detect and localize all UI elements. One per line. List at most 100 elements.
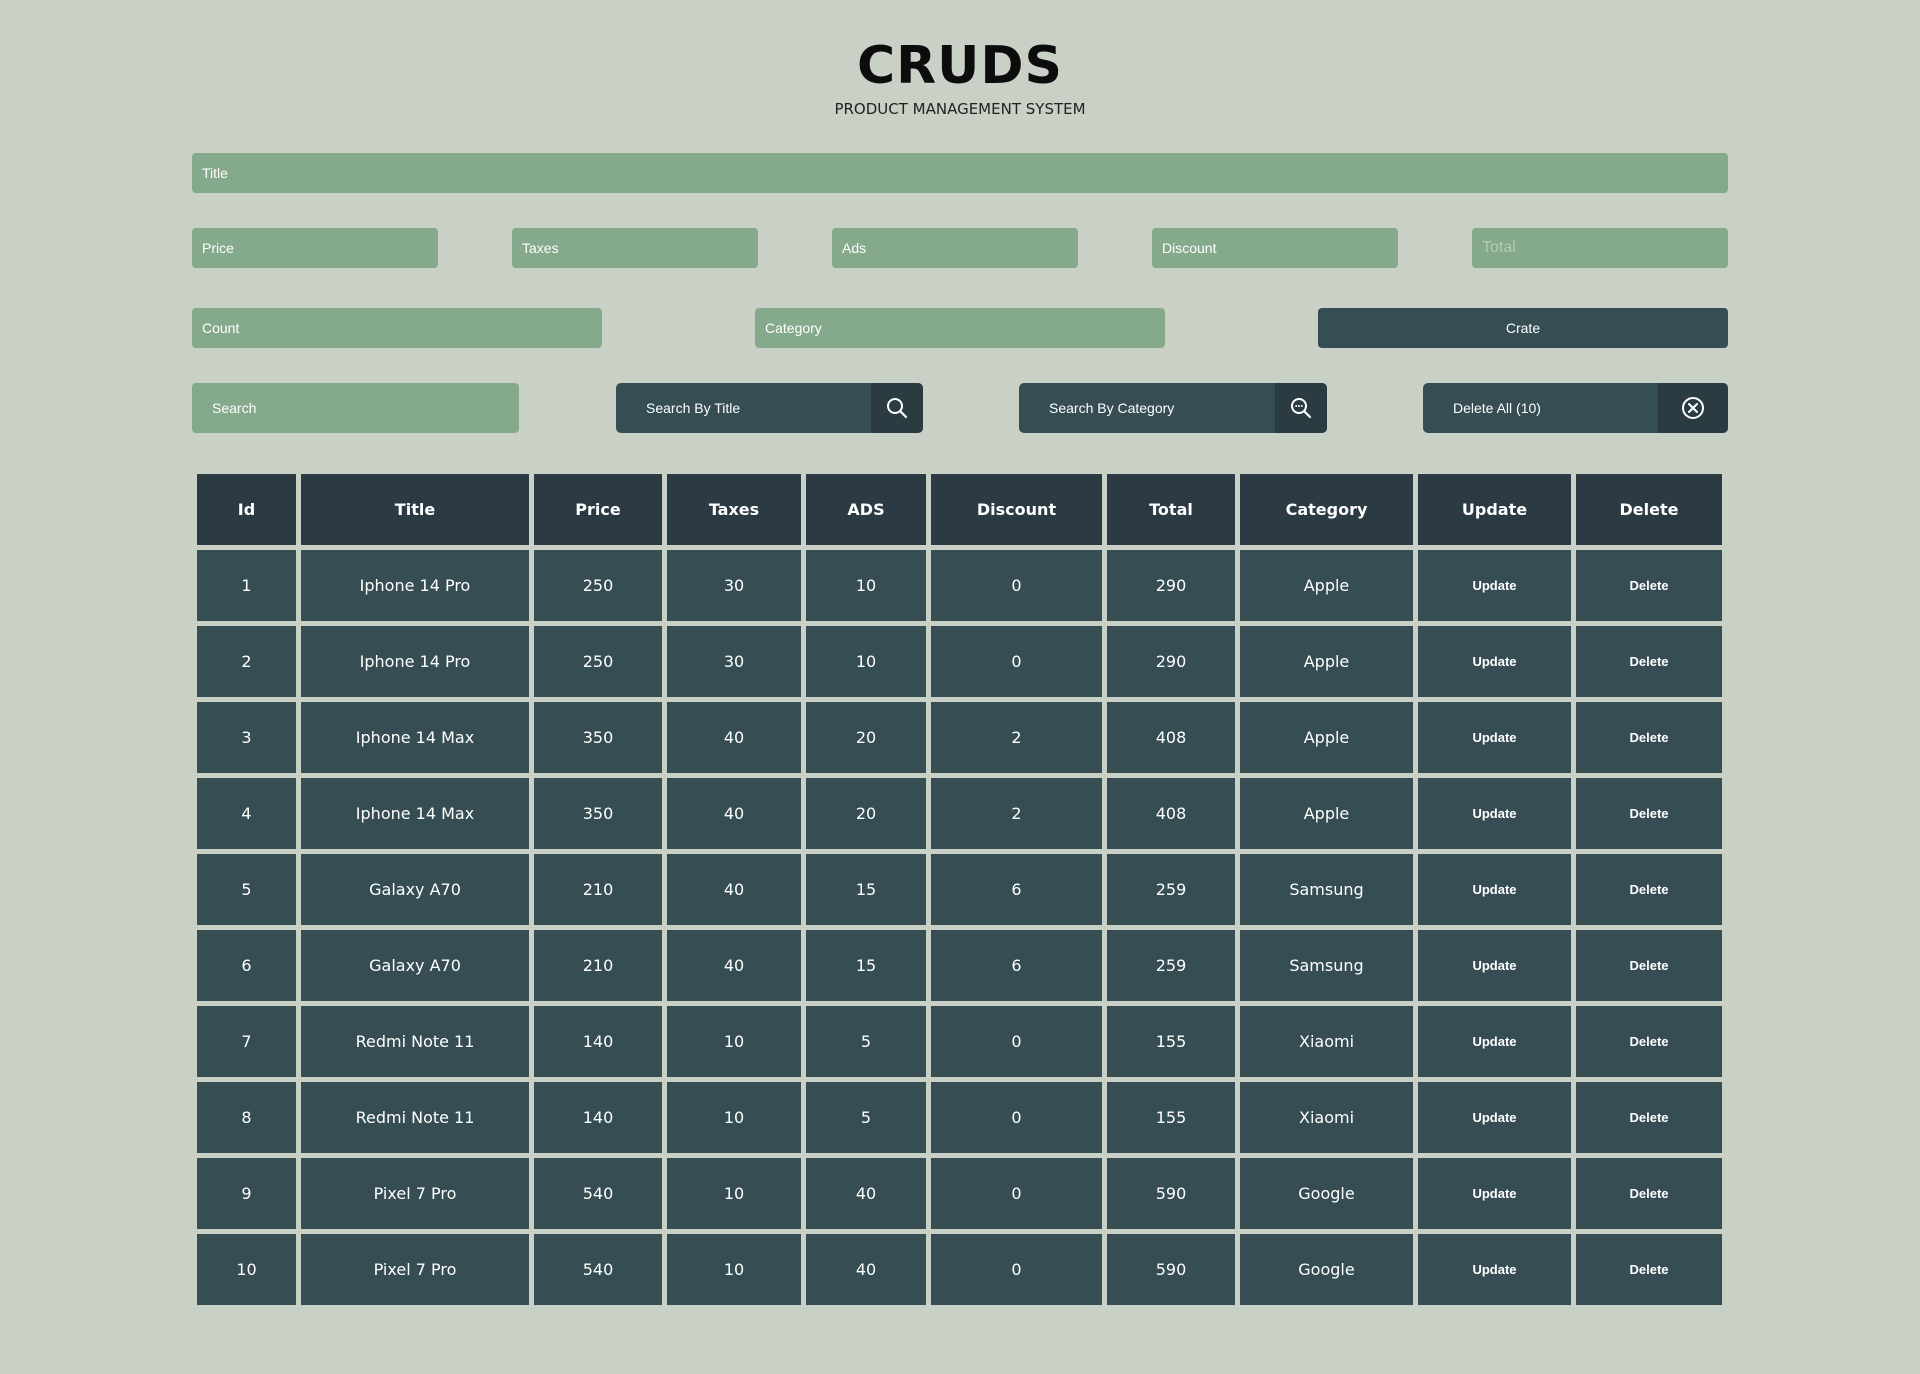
header-ads: ADS: [806, 474, 926, 545]
delete-button[interactable]: Delete: [1576, 1082, 1722, 1153]
delete-button[interactable]: Delete: [1576, 1234, 1722, 1305]
header-total: Total: [1107, 474, 1235, 545]
table-row: 3 Iphone 14 Max 350 40 20 2 408 Apple Up…: [197, 702, 1722, 773]
cell-title: Iphone 14 Pro: [301, 626, 529, 697]
cell-total: 408: [1107, 778, 1235, 849]
delete-button[interactable]: Delete: [1576, 778, 1722, 849]
search-input[interactable]: [192, 383, 519, 433]
table-header-row: Id Title Price Taxes ADS Discount Total …: [197, 474, 1722, 545]
cell-total: 290: [1107, 626, 1235, 697]
category-input[interactable]: [755, 308, 1165, 348]
header-taxes: Taxes: [667, 474, 801, 545]
cell-ads: 10: [806, 626, 926, 697]
cell-total: 259: [1107, 854, 1235, 925]
search-by-title-button[interactable]: Search By Title: [616, 383, 923, 433]
cell-delete: Delete: [1576, 854, 1722, 925]
cell-category: Apple: [1240, 550, 1413, 621]
table-row: 2 Iphone 14 Pro 250 30 10 0 290 Apple Up…: [197, 626, 1722, 697]
header-title: Title: [301, 474, 529, 545]
table-row: 7 Redmi Note 11 140 10 5 0 155 Xiaomi Up…: [197, 1006, 1722, 1077]
update-button[interactable]: Update: [1418, 1158, 1571, 1229]
update-button[interactable]: Update: [1418, 1006, 1571, 1077]
delete-button[interactable]: Delete: [1576, 626, 1722, 697]
cell-discount: 0: [931, 550, 1102, 621]
cell-delete: Delete: [1576, 1158, 1722, 1229]
price-input[interactable]: [192, 228, 438, 268]
cell-ads: 40: [806, 1158, 926, 1229]
cell-taxes: 10: [667, 1234, 801, 1305]
update-button[interactable]: Update: [1418, 1082, 1571, 1153]
cell-discount: 6: [931, 854, 1102, 925]
cell-category: Google: [1240, 1234, 1413, 1305]
update-button[interactable]: Update: [1418, 930, 1571, 1001]
cell-id: 3: [197, 702, 296, 773]
update-button[interactable]: Update: [1418, 550, 1571, 621]
delete-button[interactable]: Delete: [1576, 702, 1722, 773]
cell-id: 10: [197, 1234, 296, 1305]
delete-button[interactable]: Delete: [1576, 550, 1722, 621]
update-button[interactable]: Update: [1418, 702, 1571, 773]
header-price: Price: [534, 474, 662, 545]
cell-ads: 15: [806, 930, 926, 1001]
cell-id: 1: [197, 550, 296, 621]
cell-total: 155: [1107, 1006, 1235, 1077]
cell-category: Xiaomi: [1240, 1006, 1413, 1077]
cell-total: 259: [1107, 930, 1235, 1001]
cell-price: 140: [534, 1006, 662, 1077]
cell-update: Update: [1418, 1234, 1571, 1305]
cell-category: Xiaomi: [1240, 1082, 1413, 1153]
cell-discount: 0: [931, 1082, 1102, 1153]
cell-discount: 2: [931, 778, 1102, 849]
cell-category: Apple: [1240, 626, 1413, 697]
update-button[interactable]: Update: [1418, 1234, 1571, 1305]
cell-ads: 40: [806, 1234, 926, 1305]
cell-ads: 20: [806, 778, 926, 849]
cell-total: 408: [1107, 702, 1235, 773]
search-by-category-button[interactable]: Search By Category: [1019, 383, 1327, 433]
cell-title: Pixel 7 Pro: [301, 1158, 529, 1229]
products-table: Id Title Price Taxes ADS Discount Total …: [192, 469, 1727, 1310]
table-row: 1 Iphone 14 Pro 250 30 10 0 290 Apple Up…: [197, 550, 1722, 621]
cell-delete: Delete: [1576, 1006, 1722, 1077]
cell-price: 350: [534, 778, 662, 849]
cell-ads: 5: [806, 1082, 926, 1153]
delete-all-label: Delete All (10): [1453, 400, 1541, 416]
update-button[interactable]: Update: [1418, 854, 1571, 925]
create-button[interactable]: Crate: [1318, 308, 1728, 348]
cell-price: 250: [534, 550, 662, 621]
cell-id: 5: [197, 854, 296, 925]
cell-taxes: 30: [667, 626, 801, 697]
header-discount: Discount: [931, 474, 1102, 545]
discount-input[interactable]: [1152, 228, 1398, 268]
delete-button[interactable]: Delete: [1576, 1006, 1722, 1077]
total-field: [1472, 228, 1728, 268]
delete-button[interactable]: Delete: [1576, 854, 1722, 925]
cell-id: 2: [197, 626, 296, 697]
title-input[interactable]: [192, 153, 1728, 193]
taxes-input[interactable]: [512, 228, 758, 268]
cell-price: 350: [534, 702, 662, 773]
cell-taxes: 30: [667, 550, 801, 621]
cell-taxes: 40: [667, 930, 801, 1001]
cell-total: 290: [1107, 550, 1235, 621]
cell-category: Apple: [1240, 702, 1413, 773]
update-button[interactable]: Update: [1418, 626, 1571, 697]
delete-button[interactable]: Delete: [1576, 930, 1722, 1001]
cell-taxes: 10: [667, 1158, 801, 1229]
count-input[interactable]: [192, 308, 602, 348]
cell-ads: 5: [806, 1006, 926, 1077]
cell-discount: 2: [931, 702, 1102, 773]
cell-price: 210: [534, 854, 662, 925]
cell-category: Samsung: [1240, 930, 1413, 1001]
update-button[interactable]: Update: [1418, 778, 1571, 849]
delete-button[interactable]: Delete: [1576, 1158, 1722, 1229]
cell-category: Google: [1240, 1158, 1413, 1229]
search-by-title-label: Search By Title: [646, 400, 741, 416]
ads-input[interactable]: [832, 228, 1078, 268]
cell-delete: Delete: [1576, 1234, 1722, 1305]
cell-discount: 0: [931, 1006, 1102, 1077]
cell-ads: 10: [806, 550, 926, 621]
delete-all-button[interactable]: Delete All (10): [1423, 383, 1728, 433]
table-row: 8 Redmi Note 11 140 10 5 0 155 Xiaomi Up…: [197, 1082, 1722, 1153]
cell-total: 590: [1107, 1158, 1235, 1229]
